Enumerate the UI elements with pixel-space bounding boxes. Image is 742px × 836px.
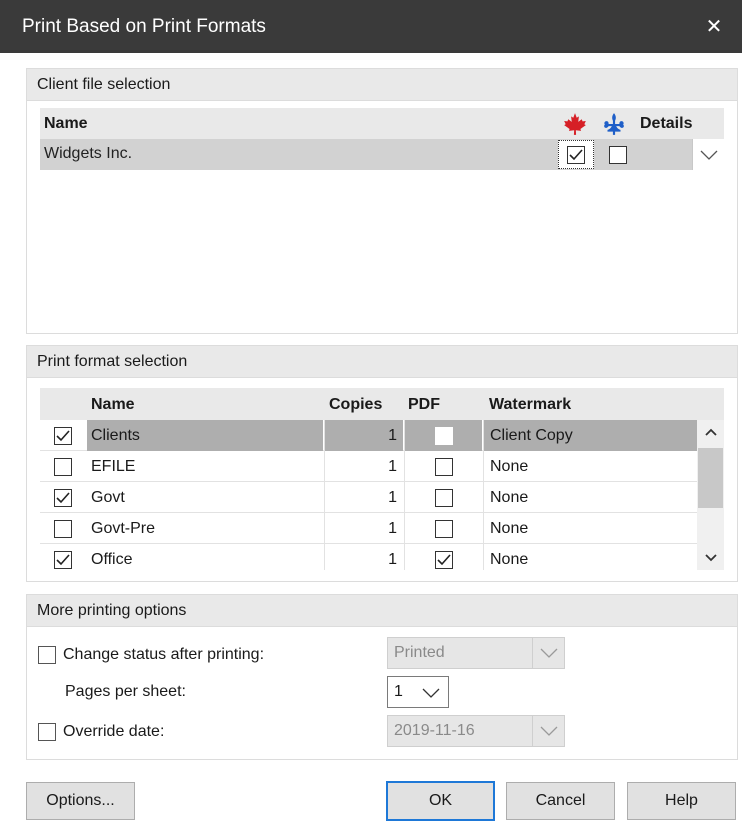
column-header-name[interactable]: Name — [91, 396, 135, 414]
format-name: Govt-Pre — [91, 519, 156, 537]
more-printing-options-header: More printing options — [27, 595, 737, 627]
chevron-down-icon — [540, 726, 557, 736]
federal-return-checkbox[interactable] — [567, 145, 585, 164]
format-name: Office — [91, 550, 133, 568]
client-file-grid: Name Details Widgets Inc. — [40, 108, 724, 170]
status-dropdown[interactable]: Printed — [387, 637, 565, 669]
table-row[interactable]: Govt-Pre 1 None — [40, 513, 724, 544]
federal-return-checkbox-cell[interactable] — [558, 140, 594, 169]
chevron-down-icon — [540, 648, 557, 658]
column-header-details[interactable]: Details — [640, 115, 692, 133]
client-name: Widgets Inc. — [44, 145, 133, 162]
status-dropdown-value: Printed — [394, 644, 445, 661]
maple-leaf-icon — [562, 111, 588, 142]
scrollbar-thumb[interactable] — [698, 448, 723, 508]
format-watermark[interactable]: Client Copy — [483, 420, 697, 451]
format-name: Clients — [87, 420, 323, 451]
details-dropdown[interactable] — [692, 139, 724, 170]
column-header-watermark[interactable]: Watermark — [489, 396, 571, 414]
override-date-option[interactable]: Override date: — [38, 723, 164, 741]
print-format-selection-group: Print format selection Name Copies PDF W… — [26, 345, 738, 582]
pages-per-sheet-dropdown[interactable]: 1 — [387, 676, 449, 708]
checkmark-icon — [436, 553, 451, 565]
pdf-checkbox[interactable] — [434, 426, 453, 445]
override-date-label: Override date: — [63, 723, 165, 740]
print-format-grid: Name Copies PDF Watermark Clients 1 Clie… — [40, 388, 724, 570]
print-formats-dialog: Print Based on Print Formats ✕ Client fi… — [0, 0, 742, 836]
include-format-checkbox[interactable] — [54, 426, 72, 445]
chevron-down-icon — [422, 688, 440, 698]
title-bar: Print Based on Print Formats ✕ — [0, 0, 742, 53]
override-date-value: 2019-11-16 — [394, 722, 475, 739]
help-button[interactable]: Help — [627, 782, 736, 820]
client-grid-header: Name Details — [40, 108, 724, 139]
format-copies[interactable]: 1 — [324, 544, 403, 570]
print-format-selection-header: Print format selection — [27, 346, 737, 378]
pdf-checkbox[interactable] — [434, 488, 453, 507]
chevron-down-icon — [704, 554, 717, 562]
format-watermark[interactable]: None — [483, 513, 697, 544]
chevron-up-icon — [704, 428, 717, 436]
pages-per-sheet-value: 1 — [394, 683, 403, 700]
include-format-checkbox[interactable] — [54, 550, 72, 569]
column-header-copies[interactable]: Copies — [329, 396, 382, 414]
checkmark-icon — [56, 491, 70, 503]
options-button[interactable]: Options... — [26, 782, 135, 820]
format-copies[interactable]: 1 — [324, 513, 403, 544]
fleur-de-lis-icon — [601, 111, 627, 142]
include-format-checkbox[interactable] — [54, 519, 72, 538]
quebec-return-checkbox-cell[interactable] — [600, 140, 636, 169]
override-date-picker[interactable]: 2019-11-16 — [387, 715, 565, 747]
override-date-checkbox[interactable] — [38, 723, 56, 741]
close-button[interactable]: ✕ — [700, 12, 728, 40]
table-row[interactable]: EFILE 1 None — [40, 451, 724, 482]
pdf-checkbox[interactable] — [434, 519, 453, 538]
format-copies[interactable]: 1 — [324, 482, 403, 513]
more-printing-options-group: More printing options Change status afte… — [26, 594, 738, 760]
table-row[interactable]: Widgets Inc. — [40, 139, 724, 170]
pages-per-sheet-label: Pages per sheet: — [65, 683, 186, 700]
close-icon: ✕ — [705, 15, 723, 38]
table-row[interactable]: Clients 1 Client Copy — [40, 420, 724, 451]
table-row[interactable]: Govt 1 None — [40, 482, 724, 513]
client-file-selection-group: Client file selection Name Details Widge… — [26, 68, 738, 334]
scroll-down-button[interactable] — [697, 546, 724, 570]
checkmark-icon — [569, 148, 583, 160]
format-watermark[interactable]: None — [483, 451, 697, 482]
chevron-down-icon — [700, 150, 717, 160]
table-row[interactable]: Office 1 None — [40, 544, 724, 570]
print-format-grid-header: Name Copies PDF Watermark — [40, 388, 724, 420]
change-status-option[interactable]: Change status after printing: — [38, 646, 264, 664]
quebec-return-checkbox[interactable] — [609, 145, 627, 164]
include-format-checkbox[interactable] — [54, 457, 72, 476]
checkmark-icon — [56, 429, 70, 441]
vertical-scrollbar[interactable] — [697, 420, 724, 570]
format-watermark[interactable]: None — [483, 544, 697, 570]
change-status-label: Change status after printing: — [63, 646, 265, 663]
format-copies[interactable]: 1 — [324, 451, 403, 482]
format-watermark[interactable]: None — [483, 482, 697, 513]
format-name: Govt — [91, 488, 125, 506]
scroll-up-button[interactable] — [697, 420, 724, 444]
pdf-checkbox[interactable] — [434, 550, 453, 569]
column-header-pdf[interactable]: PDF — [408, 396, 440, 414]
checkmark-icon — [56, 553, 70, 565]
format-copies[interactable]: 1 — [324, 420, 403, 451]
change-status-checkbox[interactable] — [38, 646, 56, 664]
pages-per-sheet-option: Pages per sheet: — [65, 683, 186, 701]
ok-button[interactable]: OK — [386, 781, 495, 821]
pdf-checkbox[interactable] — [434, 457, 453, 476]
cancel-button[interactable]: Cancel — [506, 782, 615, 820]
format-name: EFILE — [91, 457, 136, 475]
dialog-title: Print Based on Print Formats — [22, 15, 266, 37]
include-format-checkbox[interactable] — [54, 488, 72, 507]
column-header-name[interactable]: Name — [44, 115, 88, 133]
client-file-selection-header: Client file selection — [27, 69, 737, 101]
